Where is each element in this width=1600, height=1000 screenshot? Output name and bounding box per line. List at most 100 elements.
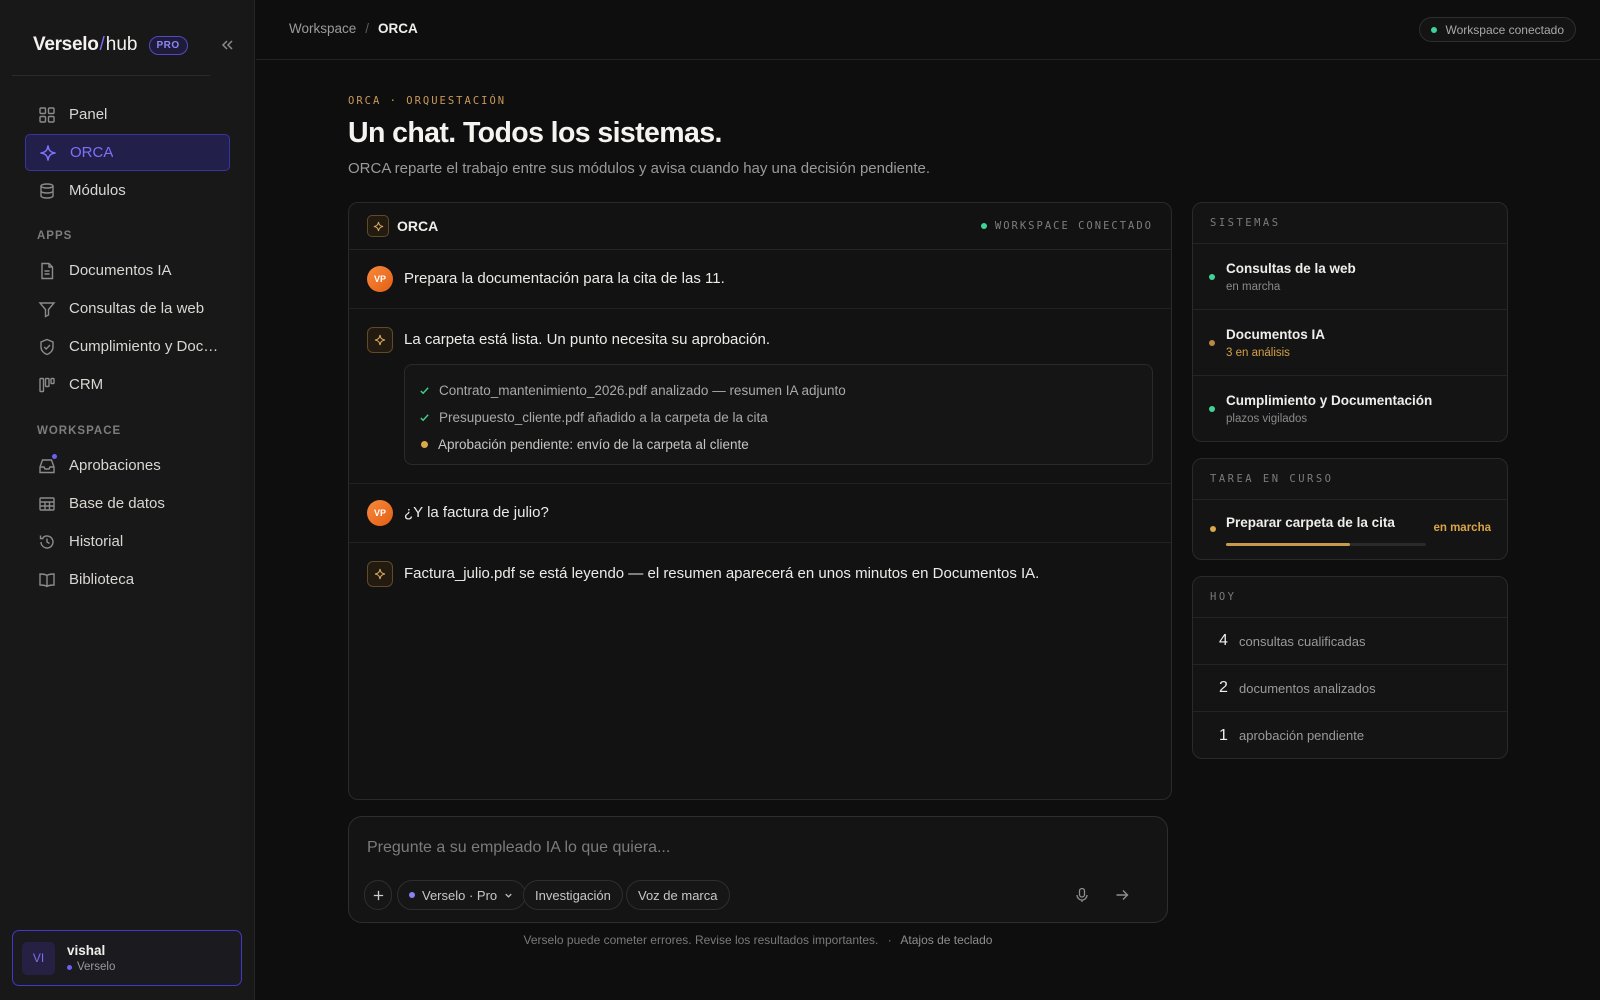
page-subtitle: ORCA reparte el trabajo entre sus módulo… [348,160,931,177]
inbox-icon [38,453,57,475]
collapse-sidebar-icon[interactable] [218,36,236,54]
grid-icon [38,106,56,124]
kanban-icon [38,376,56,394]
divider [12,75,210,76]
check-icon [419,412,431,423]
book-icon [38,571,56,589]
message-orca: Factura_julio.pdf se está leyendo — el r… [349,543,1171,603]
system-item[interactable]: Documentos IA 3 en análisis [1193,310,1507,376]
sidebar-item-aprobaciones[interactable]: Aprobaciones [25,447,230,484]
message-text: La carpeta está lista. Un punto necesita… [404,331,771,348]
sidebar-item-label: CRM [69,376,104,393]
document-icon [38,262,56,280]
sidebar-item-label: Consultas de la web [69,300,205,317]
model-dot [409,892,415,898]
sidebar: Verselo / hub PRO Panel ORCA Módulos APPS … [0,0,255,1000]
sidebar-item-crm[interactable]: CRM [25,366,230,403]
user-avatar: VP [367,266,393,292]
task-name: Preparar carpeta de la cita [1226,515,1395,530]
stat-count: 4 [1219,632,1228,649]
message-orca: La carpeta está lista. Un punto necesita… [349,309,1171,484]
user-profile-card[interactable]: VI vishal Verselo [12,930,242,986]
message-text: Factura_julio.pdf se está leyendo — el r… [404,565,1040,582]
sidebar-item-cumplimiento[interactable]: Cumplimiento y Documentación [25,328,230,365]
chat-connection-status: WORKSPACE CONECTADO [980,220,1153,232]
sidebar-item-consultas[interactable]: Consultas de la web [25,290,230,327]
sidebar-item-documentos-ia[interactable]: Documentos IA [25,252,230,289]
checklist-item-text: Aprobación pendiente: envío de la carpet… [438,437,749,452]
today-stat: 1 aprobación pendiente [1193,712,1507,758]
chat-title: ORCA [397,218,439,234]
keyboard-shortcuts-link[interactable]: Atajos de teclado [900,933,992,947]
avatar: VI [22,941,55,975]
system-name: Cumplimiento y Documentación [1226,393,1433,408]
sidebar-item-label: Aprobaciones [69,457,161,474]
org-dot [67,964,72,970]
chevron-down-icon [505,893,512,898]
system-item[interactable]: Cumplimiento y Documentación plazos vigil… [1193,376,1507,441]
status-dot [1210,526,1216,532]
task-item[interactable]: Preparar carpeta de la cita en marcha [1193,500,1507,559]
breadcrumb-workspace[interactable]: Workspace [289,21,356,36]
disclaimer-text: Verselo puede cometer errores. Revise lo… [523,933,879,947]
user-org-label: Verselo [77,961,116,973]
chat-status-label: WORKSPACE CONECTADO [994,220,1153,232]
database-icon [38,182,56,200]
stat-label: consultas cualificadas [1239,633,1366,649]
notification-dot [52,453,57,459]
task-progress-bar [1226,543,1426,546]
task-status: en marcha [1433,522,1491,534]
today-stat: 4 consultas cualificadas [1193,618,1507,665]
model-selector[interactable]: Verselo · Pro [397,880,527,910]
composer-input[interactable]: Pregunte a su empleado IA lo que quiera.… [367,839,670,857]
checklist-item-done: Contrato_mantenimiento_2026.pdf analizad… [419,377,1138,404]
orca-sparkle-icon [367,561,393,587]
chip-investigacion[interactable]: Investigación [523,880,623,910]
history-icon [38,533,56,551]
sidebar-item-historial[interactable]: Historial [25,523,230,560]
sidebar-item-panel[interactable]: Panel [25,96,230,133]
sidebar-item-label: Cumplimiento y Documentación [69,338,219,355]
sidebar-item-label: Biblioteca [69,571,135,588]
chat-panel: ORCA WORKSPACE CONECTADO VP Prepara la d… [348,202,1172,800]
brand-logo[interactable]: Verselo / hub PRO [33,32,188,58]
section-heading-apps: APPS [37,230,73,242]
chip-voz-de-marca[interactable]: Voz de marca [626,880,730,910]
model-label: Verselo · Pro [422,887,498,903]
systems-panel: SISTEMAS Consultas de la web en marcha Do… [1192,202,1508,442]
checklist-item-pending[interactable]: Aprobación pendiente: envío de la carpet… [419,431,1138,458]
add-attachment-button[interactable] [364,880,392,910]
microphone-icon[interactable] [1074,887,1090,903]
checklist-item-done: Presupuesto_cliente.pdf añadido a la car… [419,404,1138,431]
plan-badge: PRO [148,35,188,55]
status-dot [1431,26,1438,33]
pending-dot [421,441,428,448]
sidebar-item-base-de-datos[interactable]: Base de datos [25,485,230,522]
shield-check-icon [38,338,56,356]
checklist-item-text: Presupuesto_cliente.pdf añadido a la car… [439,410,768,425]
sidebar-item-orca[interactable]: ORCA [25,134,230,171]
orca-sparkle-icon [367,215,389,237]
send-arrow-icon[interactable] [1114,887,1130,903]
topbar: Workspace / ORCA Workspace conectado [256,0,1600,60]
stat-count: 1 [1219,726,1228,744]
message-user: VP Prepara la documentación para la cita… [349,250,1171,309]
system-name: Documentos IA [1226,326,1326,342]
page-eyebrow: ORCA · ORQUESTACIÓN [348,95,507,107]
chat-composer[interactable]: Pregunte a su empleado IA lo que quiera.… [348,816,1168,923]
user-org: Verselo [67,961,115,973]
sidebar-item-modulos[interactable]: Módulos [25,172,230,209]
sidebar-item-biblioteca[interactable]: Biblioteca [25,561,230,598]
today-heading: HOY [1193,577,1507,618]
sidebar-item-label: Documentos IA [69,262,172,279]
sidebar-item-label: Historial [69,533,124,550]
current-task-panel: TAREA EN CURSO Preparar carpeta de la ci… [1192,458,1508,560]
breadcrumb-separator: / [365,21,370,36]
task-progress-fill [1226,543,1350,546]
table-icon [38,495,56,513]
task-heading: TAREA EN CURSO [1193,459,1507,500]
sparkle-icon [39,144,57,162]
page-title: Un chat. Todos los sistemas. [348,117,722,149]
system-item[interactable]: Consultas de la web en marcha [1193,244,1507,310]
sidebar-item-label: ORCA [70,144,114,161]
